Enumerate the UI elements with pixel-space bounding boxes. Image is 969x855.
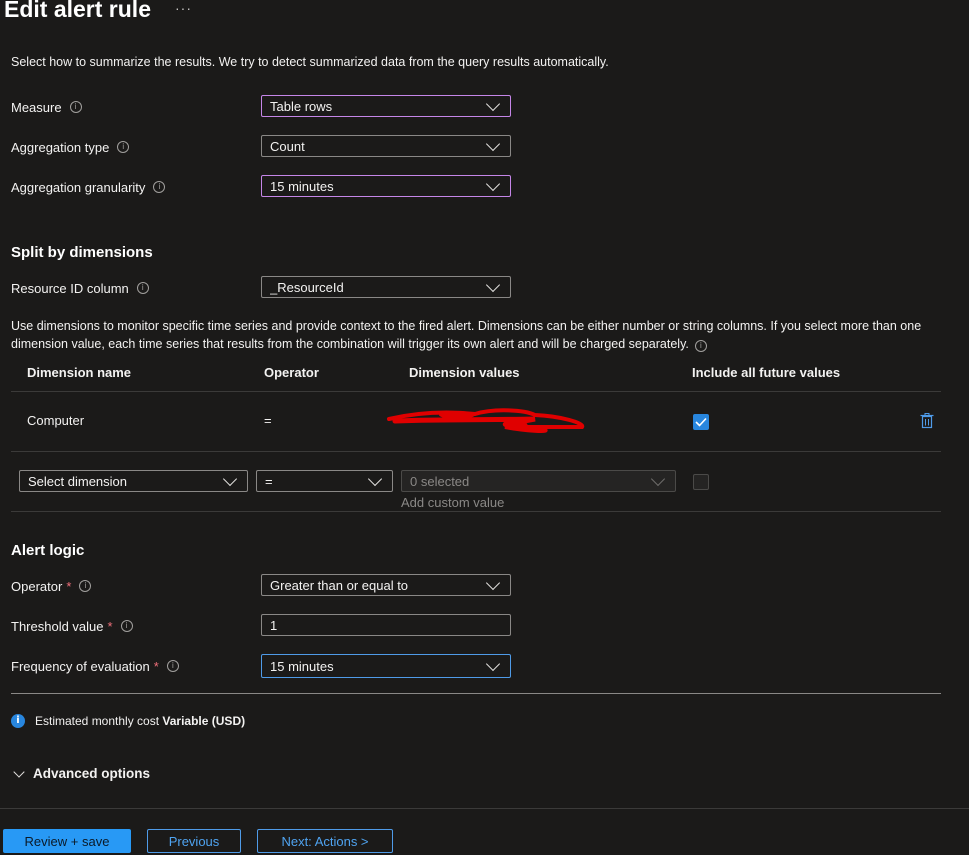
redacted-dimension-values <box>387 408 585 433</box>
include-future-checkbox[interactable] <box>693 474 709 490</box>
info-icon[interactable]: i <box>120 620 133 632</box>
checkmark-icon <box>695 417 707 427</box>
required-indicator: * <box>66 578 72 594</box>
page-title: Edit alert rule <box>4 0 151 22</box>
estimated-cost: i Estimated monthly cost Variable (USD) <box>11 714 245 728</box>
new-operator-dropdown[interactable]: = <box>256 470 393 492</box>
resource-id-dropdown[interactable]: _ResourceId <box>261 276 511 298</box>
advanced-options-toggle[interactable]: Advanced options <box>13 765 150 781</box>
select-dimension-dropdown[interactable]: Select dimension <box>19 470 248 492</box>
threshold-label: Threshold value * i <box>11 616 133 636</box>
chevron-down-icon <box>485 136 501 151</box>
delete-icon[interactable] <box>920 413 934 429</box>
row-divider <box>11 451 941 452</box>
chevron-down-icon <box>650 471 666 486</box>
chevron-down-icon <box>485 575 501 590</box>
include-future-checkbox-checked[interactable] <box>693 414 709 430</box>
info-icon[interactable]: i <box>166 660 179 672</box>
frequency-label: Frequency of evaluation * i <box>11 656 179 676</box>
column-include-future: Include all future values <box>692 365 841 380</box>
add-custom-value-link[interactable]: Add custom value <box>401 495 504 510</box>
measure-label: Measure i <box>11 97 82 117</box>
chevron-down-icon <box>222 471 238 486</box>
footer-divider <box>0 808 969 809</box>
alert-logic-heading: Alert logic <box>11 542 85 559</box>
threshold-input[interactable]: 1 <box>261 614 511 636</box>
table-bottom-divider <box>11 511 941 512</box>
info-filled-icon: i <box>11 714 25 728</box>
chevron-down-icon <box>367 471 383 486</box>
info-icon[interactable]: i <box>694 340 707 352</box>
info-icon[interactable]: i <box>153 181 166 193</box>
more-icon[interactable]: ··· <box>175 0 192 16</box>
review-save-button[interactable]: Review + save <box>3 829 131 853</box>
chevron-down-icon <box>485 277 501 292</box>
aggregation-type-dropdown[interactable]: Count <box>261 135 511 157</box>
info-icon[interactable]: i <box>69 101 82 113</box>
column-operator: Operator <box>264 365 319 380</box>
row-dimension-name: Computer <box>27 413 85 428</box>
chevron-down-icon <box>485 176 501 191</box>
next-actions-button[interactable]: Next: Actions > <box>257 829 393 853</box>
chevron-down-icon <box>485 656 501 671</box>
chevron-down-icon <box>13 765 25 778</box>
column-dimension-name: Dimension name <box>27 365 132 380</box>
required-indicator: * <box>153 658 159 674</box>
info-icon[interactable]: i <box>136 282 149 294</box>
split-heading: Split by dimensions <box>11 244 153 261</box>
resource-id-label: Resource ID column i <box>11 278 149 298</box>
required-indicator: * <box>107 618 113 634</box>
aggregation-granularity-label: Aggregation granularity i <box>11 177 166 197</box>
info-icon[interactable]: i <box>79 580 92 592</box>
dimensions-description: Use dimensions to monitor specific time … <box>11 319 922 352</box>
row-operator: = <box>264 413 272 428</box>
frequency-dropdown[interactable]: 15 minutes <box>261 654 511 678</box>
previous-button[interactable]: Previous <box>147 829 241 853</box>
chevron-down-icon <box>485 96 501 111</box>
section-divider <box>11 693 941 694</box>
dimension-values-dropdown[interactable]: 0 selected <box>401 470 676 492</box>
measure-dropdown[interactable]: Table rows <box>261 95 511 117</box>
operator-label: Operator * i <box>11 576 92 596</box>
table-divider <box>11 391 941 392</box>
operator-dropdown[interactable]: Greater than or equal to <box>261 574 511 596</box>
aggregation-granularity-dropdown[interactable]: 15 minutes <box>261 175 511 197</box>
intro-text: Select how to summarize the results. We … <box>11 55 609 69</box>
column-dimension-values: Dimension values <box>409 365 520 380</box>
info-icon[interactable]: i <box>117 141 130 153</box>
aggregation-type-label: Aggregation type i <box>11 137 130 157</box>
